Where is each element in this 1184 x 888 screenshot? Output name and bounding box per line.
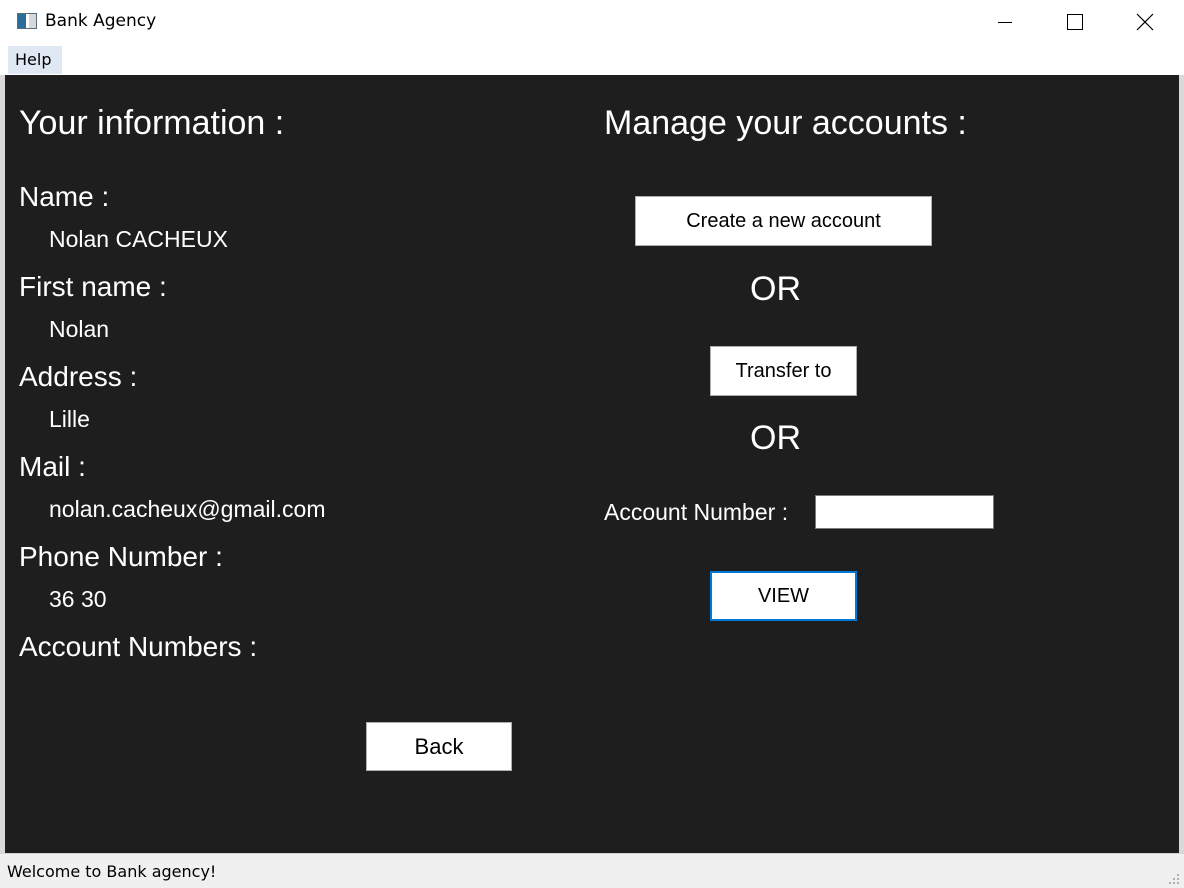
title-bar[interactable]: Bank Agency	[0, 0, 1184, 44]
info-heading: Your information :	[19, 104, 285, 142]
name-value: Nolan CACHEUX	[49, 226, 228, 252]
first-name-value: Nolan	[49, 316, 110, 342]
status-text: Welcome to Bank agency!	[7, 862, 217, 881]
name-label: Name :	[19, 181, 110, 212]
account-numbers-label: Account Numbers :	[19, 631, 258, 662]
manage-heading: Manage your accounts :	[604, 104, 967, 142]
or-separator-1: OR	[750, 270, 801, 308]
back-button[interactable]: Back	[366, 722, 512, 771]
mail-value: nolan.cacheux@gmail.com	[49, 496, 326, 522]
account-number-label: Account Number :	[604, 499, 789, 525]
app-icon	[17, 13, 37, 29]
first-name-label: First name :	[19, 271, 167, 302]
or-separator-2: OR	[750, 419, 801, 457]
address-value: Lille	[49, 406, 90, 432]
create-account-button[interactable]: Create a new account	[635, 196, 932, 246]
account-number-input[interactable]	[815, 495, 994, 529]
maximize-button[interactable]	[1040, 0, 1110, 44]
address-label: Address :	[19, 361, 138, 392]
minimize-button[interactable]	[970, 0, 1040, 44]
close-button[interactable]	[1110, 0, 1180, 44]
view-button[interactable]: VIEW	[710, 571, 857, 621]
window-border-right	[1179, 75, 1184, 853]
phone-value: 36 30	[49, 586, 107, 612]
menu-item-help[interactable]: Help	[8, 46, 62, 74]
phone-label: Phone Number :	[19, 541, 223, 572]
maximize-icon	[1067, 14, 1083, 30]
close-icon	[1136, 13, 1154, 31]
menu-bar: Help	[0, 44, 1184, 75]
minimize-icon	[998, 22, 1012, 23]
status-bar: Welcome to Bank agency!	[0, 853, 1184, 888]
window-title: Bank Agency	[45, 11, 157, 31]
resize-grip-icon[interactable]	[1168, 873, 1180, 885]
mail-label: Mail :	[19, 451, 86, 482]
transfer-button[interactable]: Transfer to	[710, 346, 857, 396]
main-panel: Your information : Name : Nolan CACHEUX …	[5, 75, 1179, 853]
